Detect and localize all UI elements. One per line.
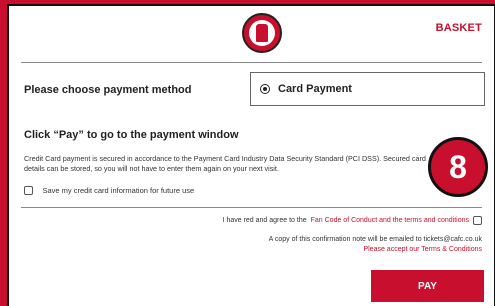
email-confirmation-note: A copy of this confirmation note will be… (268, 236, 482, 243)
pay-button[interactable]: PAY (371, 270, 484, 302)
save-card-checkbox[interactable] (24, 186, 33, 196)
payment-method-option[interactable]: Card Payment (250, 72, 485, 106)
divider (21, 62, 482, 63)
accept-terms-warning: Please accept our Terms & Conditions (363, 246, 482, 253)
radio-selected-icon[interactable] (260, 84, 270, 94)
terms-agree-row: I have red and agree to the Fan Code of … (223, 216, 482, 225)
divider (21, 207, 482, 208)
payment-method-name: Card Payment (278, 83, 352, 95)
basket-link[interactable]: BASKET (436, 22, 482, 34)
save-card-label: Save my credit card information for futu… (42, 186, 195, 196)
security-notice: Credit Card payment is secured in accord… (24, 154, 426, 173)
club-crest-logo[interactable] (242, 13, 282, 53)
payment-method-label: Please choose payment method (24, 84, 192, 96)
checkout-panel: BASKET Please choose payment method Card… (7, 4, 495, 306)
step-number-badge: 8 (428, 137, 488, 197)
terms-agree-text: I have red and agree to the (222, 217, 307, 224)
pay-instruction-heading: Click “Pay” to go to the payment window (24, 129, 239, 141)
save-card-row: Save my credit card information for futu… (24, 182, 194, 200)
sword-hand-icon (256, 24, 268, 42)
terms-link[interactable]: Fan Code of Conduct and the terms and co… (311, 217, 469, 224)
terms-checkbox[interactable] (473, 216, 482, 225)
